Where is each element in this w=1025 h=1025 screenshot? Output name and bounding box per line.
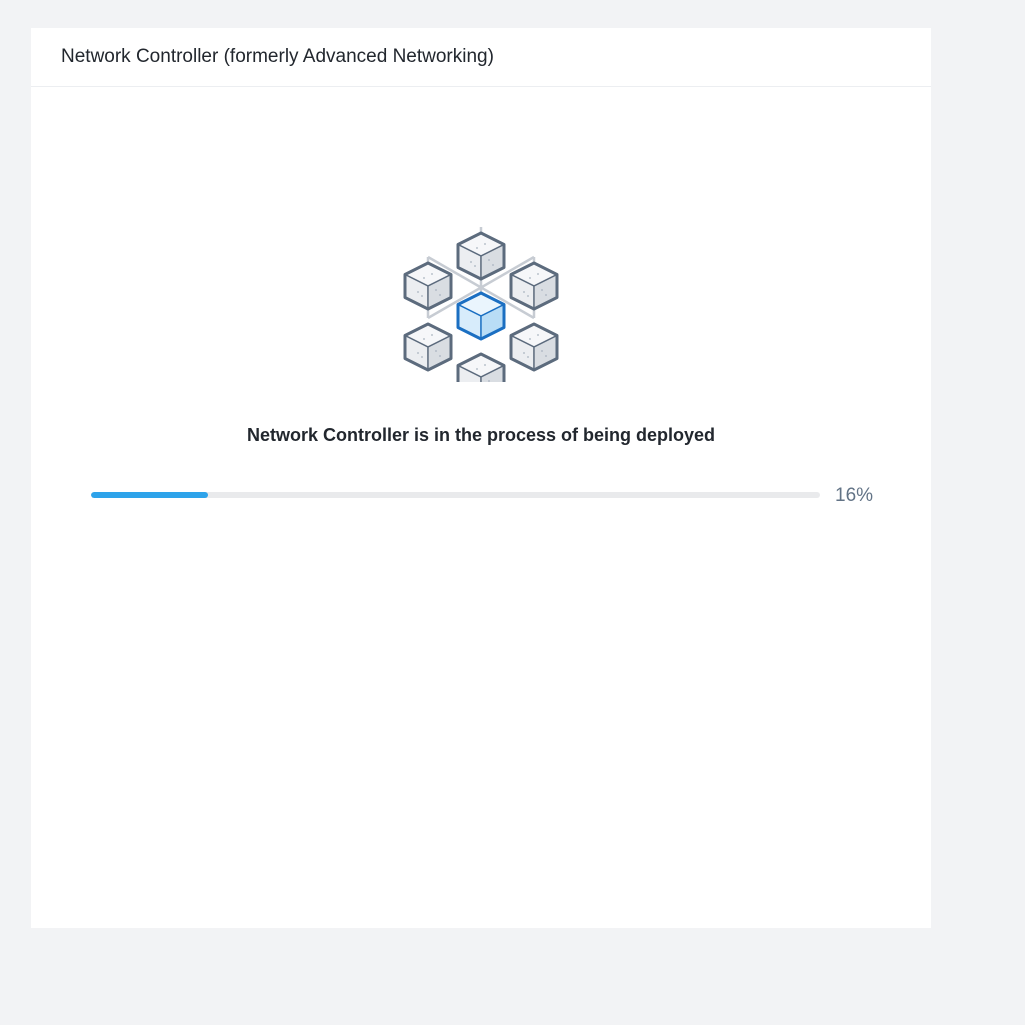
cube-node-bottom xyxy=(456,352,506,382)
network-cluster-icon xyxy=(403,227,559,382)
progress-bar-fill xyxy=(91,492,208,498)
deployment-panel: Network Controller (formerly Advanced Ne… xyxy=(31,28,931,928)
cube-node-upper-right xyxy=(509,261,559,311)
panel-title: Network Controller (formerly Advanced Ne… xyxy=(61,46,494,67)
progress-percent-label: 16% xyxy=(835,485,874,506)
cube-node-top xyxy=(456,231,506,281)
deployment-progress-bar xyxy=(91,492,820,498)
panel-header: Network Controller (formerly Advanced Ne… xyxy=(31,28,931,87)
cube-node-upper-left xyxy=(403,261,453,311)
panel-body: Network Controller is in the process of … xyxy=(31,87,931,928)
cube-node-center xyxy=(456,291,506,341)
deployment-status-message: Network Controller is in the process of … xyxy=(246,425,716,445)
cube-node-lower-right xyxy=(509,322,559,372)
cube-node-lower-left xyxy=(403,322,453,372)
